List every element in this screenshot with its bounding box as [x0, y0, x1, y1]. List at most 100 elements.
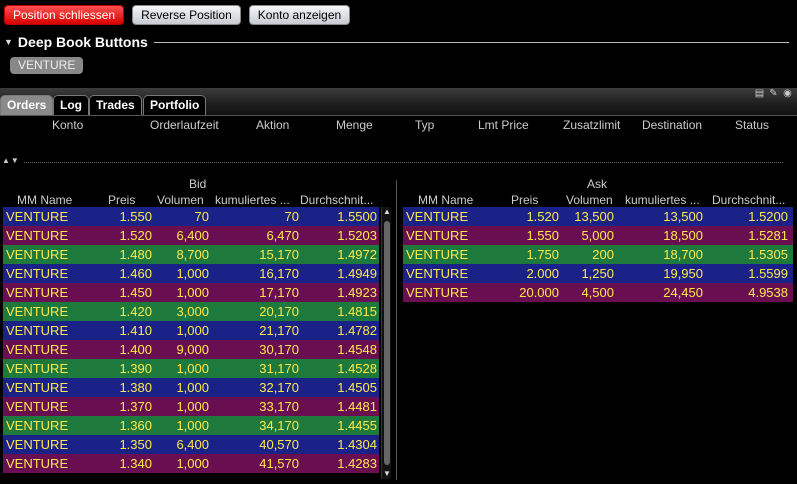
bid-row[interactable]: VENTURE 1.550 70 70 1.5500 — [3, 207, 379, 226]
bid-row[interactable]: VENTURE 1.370 1,000 33,170 1.4481 — [3, 397, 379, 416]
price-cell: 1.550 — [119, 209, 152, 224]
average-cell: 4.9538 — [748, 285, 788, 300]
ask-col-mm-name[interactable]: MM Name — [418, 193, 473, 207]
mm-name-cell: VENTURE — [406, 285, 469, 300]
cumulative-cell: 70 — [284, 209, 299, 224]
bid-row[interactable]: VENTURE 1.420 3,000 20,170 1.4815 — [3, 302, 379, 321]
bid-row[interactable]: VENTURE 1.390 1,000 31,170 1.4528 — [3, 359, 379, 378]
show-account-button[interactable]: Konto anzeigen — [248, 5, 351, 25]
volume-cell: 6,400 — [176, 437, 209, 452]
volume-cell: 1,000 — [176, 361, 209, 376]
price-cell: 1.550 — [526, 228, 559, 243]
cumulative-cell: 20,170 — [259, 304, 299, 319]
mm-name-cell: VENTURE — [6, 266, 69, 281]
bid-row[interactable]: VENTURE 1.360 1,000 34,170 1.4455 — [3, 416, 379, 435]
price-cell: 1.390 — [119, 361, 152, 376]
ask-row[interactable]: VENTURE 20.000 4,500 24,450 4.9538 — [403, 283, 793, 302]
bid-row[interactable]: VENTURE 1.340 1,000 41,570 1.4283 — [3, 454, 379, 473]
ask-row[interactable]: VENTURE 1.550 5,000 18,500 1.5281 — [403, 226, 793, 245]
orders-col-type[interactable]: Typ — [415, 118, 434, 132]
tab-trades[interactable]: Trades — [89, 95, 142, 115]
scroll-thumb[interactable] — [384, 221, 390, 465]
volume-cell: 13,500 — [574, 209, 614, 224]
tab-strip: Orders Log Trades Portfolio ▤ ✎ ◉ — [0, 88, 797, 116]
tab-orders[interactable]: Orders — [0, 95, 54, 115]
cumulative-cell: 24,450 — [663, 285, 703, 300]
deep-book-title: Deep Book Buttons — [17, 34, 148, 50]
orders-col-status[interactable]: Status — [735, 118, 769, 132]
volume-cell: 1,000 — [176, 266, 209, 281]
bid-row[interactable]: VENTURE 1.520 6,400 6,470 1.5203 — [3, 226, 379, 245]
panel-separator — [24, 162, 783, 163]
volume-cell: 1,000 — [176, 399, 209, 414]
bid-col-average[interactable]: Durchschnit... — [300, 193, 373, 207]
orders-col-account[interactable]: Konto — [52, 118, 83, 132]
average-cell: 1.5305 — [748, 247, 788, 262]
orders-col-lmt-price[interactable]: Lmt Price — [478, 118, 529, 132]
orders-col-action[interactable]: Aktion — [256, 118, 289, 132]
ask-table: VENTURE 1.520 13,500 13,500 1.5200 VENTURE 1.5… — [403, 207, 793, 302]
bid-col-cumulative[interactable]: kumuliertes ... — [215, 193, 290, 207]
cumulative-cell: 15,170 — [259, 247, 299, 262]
bid-row[interactable]: VENTURE 1.400 9,000 30,170 1.4548 — [3, 340, 379, 359]
scroll-down-icon[interactable]: ▼ — [382, 469, 392, 479]
cumulative-cell: 21,170 — [259, 323, 299, 338]
print-icon[interactable]: ▤ — [754, 88, 765, 99]
collapse-triangle-icon[interactable]: ▼ — [4, 37, 13, 47]
bid-col-mm-name[interactable]: MM Name — [17, 193, 72, 207]
orders-col-aux-limit[interactable]: Zusatzlimit — [563, 118, 620, 132]
average-cell: 1.5500 — [337, 209, 377, 224]
price-cell: 1.410 — [119, 323, 152, 338]
close-position-button[interactable]: Position schliessen — [4, 5, 125, 25]
price-cell: 1.420 — [119, 304, 152, 319]
bid-row[interactable]: VENTURE 1.460 1,000 16,170 1.4949 — [3, 264, 379, 283]
ask-row[interactable]: VENTURE 1.750 200 18,700 1.5305 — [403, 245, 793, 264]
scroll-up-icon[interactable]: ▲ — [382, 207, 392, 217]
symbol-chip[interactable]: VENTURE — [10, 57, 84, 74]
cumulative-cell: 17,170 — [259, 285, 299, 300]
average-cell: 1.5599 — [748, 266, 788, 281]
price-cell: 1.380 — [119, 380, 152, 395]
bid-row[interactable]: VENTURE 1.350 6,400 40,570 1.4304 — [3, 435, 379, 454]
cumulative-cell: 6,470 — [266, 228, 299, 243]
reverse-position-button[interactable]: Reverse Position — [132, 5, 241, 25]
bid-row[interactable]: VENTURE 1.480 8,700 15,170 1.4972 — [3, 245, 379, 264]
orders-col-tif[interactable]: Orderlaufzeit — [150, 118, 219, 132]
mm-name-cell: VENTURE — [406, 209, 469, 224]
ask-row[interactable]: VENTURE 1.520 13,500 13,500 1.5200 — [403, 207, 793, 226]
wrench-icon[interactable]: ✎ — [768, 88, 779, 99]
orders-col-destination[interactable]: Destination — [642, 118, 702, 132]
bid-col-volume[interactable]: Volumen — [157, 193, 204, 207]
orders-col-quantity[interactable]: Menge — [336, 118, 373, 132]
sort-up-icon[interactable]: ▲ — [2, 156, 11, 165]
tab-log[interactable]: Log — [53, 95, 89, 115]
ask-col-volume[interactable]: Volumen — [566, 193, 613, 207]
bid-row[interactable]: VENTURE 1.450 1,000 17,170 1.4923 — [3, 283, 379, 302]
ask-row[interactable]: VENTURE 2.000 1,250 19,950 1.5599 — [403, 264, 793, 283]
average-cell: 1.4923 — [337, 285, 377, 300]
volume-cell: 9,000 — [176, 342, 209, 357]
price-cell: 1.520 — [119, 228, 152, 243]
bid-scrollbar[interactable]: ▲ ▼ — [381, 207, 391, 479]
average-cell: 1.5203 — [337, 228, 377, 243]
price-cell: 1.350 — [119, 437, 152, 452]
mm-name-cell: VENTURE — [6, 323, 69, 338]
cumulative-cell: 16,170 — [259, 266, 299, 281]
price-cell: 1.370 — [119, 399, 152, 414]
volume-cell: 4,500 — [581, 285, 614, 300]
ask-col-cumulative[interactable]: kumuliertes ... — [625, 193, 700, 207]
mm-name-cell: VENTURE — [6, 456, 69, 471]
sort-down-icon[interactable]: ▼ — [11, 156, 20, 165]
bid-row[interactable]: VENTURE 1.410 1,000 21,170 1.4782 — [3, 321, 379, 340]
price-cell: 1.480 — [119, 247, 152, 262]
tab-portfolio[interactable]: Portfolio — [143, 95, 207, 115]
ask-col-average[interactable]: Durchschnit... — [712, 193, 785, 207]
ask-col-price[interactable]: Preis — [511, 193, 538, 207]
bid-col-price[interactable]: Preis — [108, 193, 135, 207]
average-cell: 1.4782 — [337, 323, 377, 338]
average-cell: 1.5281 — [748, 228, 788, 243]
average-cell: 1.4304 — [337, 437, 377, 452]
help-icon[interactable]: ◉ — [782, 88, 793, 99]
bid-row[interactable]: VENTURE 1.380 1,000 32,170 1.4505 — [3, 378, 379, 397]
average-cell: 1.5200 — [748, 209, 788, 224]
